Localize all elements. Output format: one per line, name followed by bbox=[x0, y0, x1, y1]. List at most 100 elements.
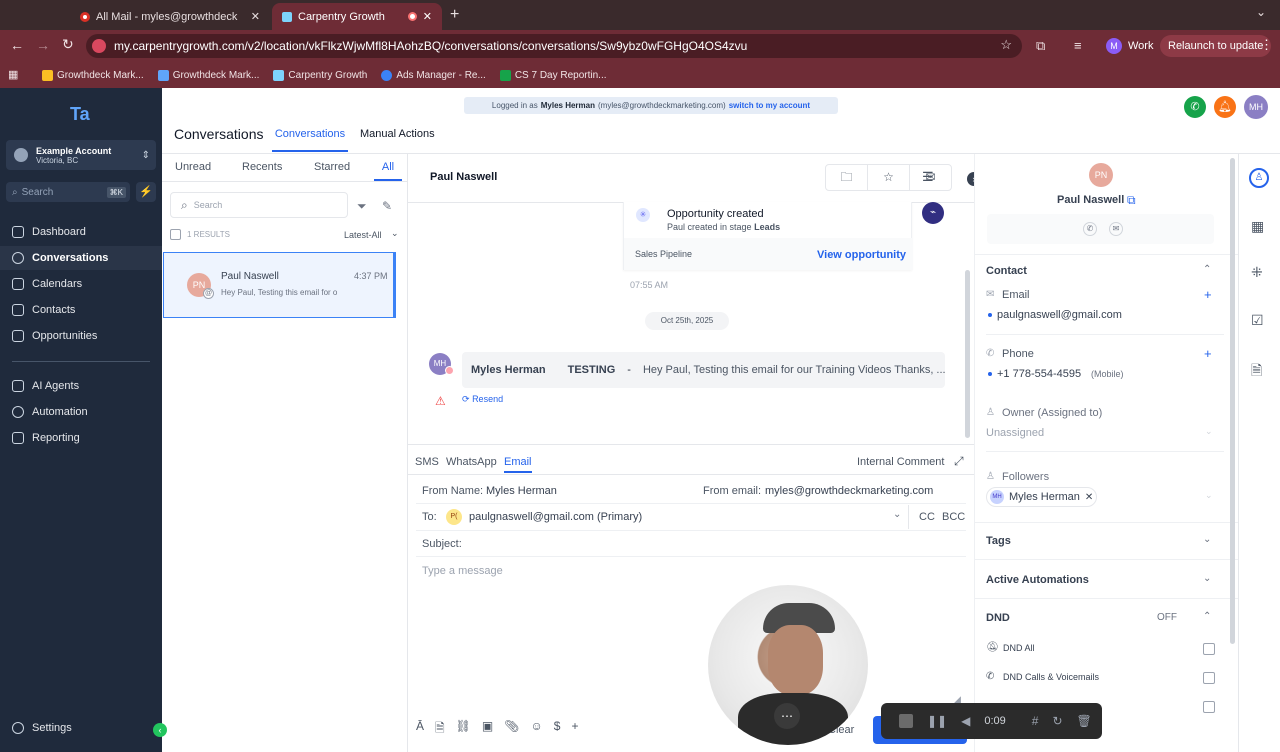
profile-button[interactable]: M Work bbox=[1100, 35, 1159, 57]
webcam-bubble[interactable]: ⋯ bbox=[708, 585, 868, 745]
filter-lines-icon[interactable]: ☰ bbox=[922, 169, 934, 185]
thread-scrollbar[interactable] bbox=[965, 270, 970, 438]
mail-icon[interactable]: ✉ bbox=[1109, 222, 1123, 236]
tab-search-chevron-icon[interactable]: ⌄ bbox=[1256, 5, 1266, 19]
restart-icon[interactable]: ↻ bbox=[1052, 714, 1062, 728]
bookmark-item[interactable]: Growthdeck Mark... bbox=[42, 69, 144, 81]
star-icon[interactable]: ☆ bbox=[868, 165, 910, 190]
bcc-button[interactable]: BCC bbox=[942, 511, 965, 523]
phone-icon[interactable]: ✆ bbox=[1184, 96, 1206, 118]
details-scrollbar[interactable] bbox=[1230, 158, 1235, 644]
compose-icon[interactable]: ✎ bbox=[382, 199, 392, 213]
internal-comment-tab[interactable]: Internal Comment bbox=[857, 456, 944, 468]
relaunch-button[interactable]: Relaunch to update bbox=[1160, 35, 1272, 57]
chevron-down-icon[interactable]: ⌄ bbox=[1203, 573, 1211, 584]
folder-icon[interactable]: 🗀 bbox=[826, 165, 868, 190]
task-check-icon[interactable]: ☑ bbox=[1251, 312, 1264, 329]
add-phone-icon[interactable]: + bbox=[1204, 346, 1212, 361]
channel-whatsapp-tab[interactable]: WhatsApp bbox=[446, 456, 497, 468]
calendar-icon[interactable]: ▦ bbox=[1251, 218, 1264, 235]
address-bar[interactable]: my.carpentrygrowth.com/v2/location/vkFlk… bbox=[86, 34, 1022, 58]
sidebar-item-settings[interactable]: Settings bbox=[12, 722, 72, 734]
plus-icon[interactable]: + bbox=[571, 719, 578, 740]
conversation-item[interactable]: PN @ Paul Naswell 4:37 PM Hey Paul, Test… bbox=[163, 252, 396, 318]
email-value[interactable]: paulgnaswell@gmail.com bbox=[997, 309, 1122, 321]
trash-icon[interactable]: 🗑︎ bbox=[1077, 714, 1092, 728]
to-recipient-select[interactable]: paulgnaswell@gmail.com (Primary) bbox=[469, 511, 642, 523]
chevron-up-icon[interactable]: ⌃ bbox=[1203, 264, 1211, 275]
channel-email-tab[interactable]: Email bbox=[504, 456, 532, 473]
phone-icon[interactable]: ✆ bbox=[1083, 222, 1097, 236]
expand-composer-icon[interactable]: ⤢ bbox=[954, 454, 964, 469]
close-icon[interactable]: ✕ bbox=[251, 10, 260, 23]
filter-all[interactable]: All bbox=[374, 161, 402, 181]
pause-icon[interactable]: ❚❚ bbox=[927, 714, 947, 728]
sidebar-item-conversations[interactable]: Conversations bbox=[12, 252, 108, 264]
filter-recents[interactable]: Recents bbox=[242, 161, 282, 173]
user-avatar[interactable]: MH bbox=[1244, 95, 1268, 119]
resend-button[interactable]: ⟳ Resend bbox=[462, 394, 503, 405]
reading-list-icon[interactable]: ≡ bbox=[1074, 38, 1082, 53]
sidebar-item-contacts[interactable]: Contacts bbox=[12, 304, 75, 316]
owner-select[interactable]: Unassigned bbox=[986, 427, 1044, 439]
filter-unread[interactable]: Unread bbox=[175, 161, 211, 173]
sidebar-item-ai-agents[interactable]: AI Agents bbox=[12, 380, 79, 392]
link-icon[interactable]: ⛓ bbox=[456, 719, 471, 740]
sidebar-item-calendars[interactable]: Calendars bbox=[12, 278, 82, 290]
dnd-calls-checkbox[interactable] bbox=[1203, 672, 1215, 684]
bookmark-star-icon[interactable]: ☆ bbox=[1000, 37, 1012, 53]
bookmark-item[interactable]: CS 7 Day Reportin... bbox=[499, 69, 607, 81]
channel-sms-tab[interactable]: SMS bbox=[415, 456, 439, 468]
chevron-up-icon[interactable]: ⌃ bbox=[1203, 611, 1211, 622]
filter-starred[interactable]: Starred bbox=[314, 161, 350, 173]
integrations-icon[interactable]: ⁜ bbox=[1251, 264, 1263, 281]
emoji-icon[interactable]: ☺ bbox=[530, 719, 542, 740]
browser-tab-mail[interactable]: All Mail - myles@growthdeck ✕ bbox=[70, 3, 270, 30]
account-switcher[interactable]: Example Account Victoria, BC ⇕ bbox=[6, 140, 156, 170]
remove-follower-icon[interactable]: ✕ bbox=[1085, 492, 1093, 503]
chevron-down-icon[interactable]: ⌄ bbox=[1203, 534, 1211, 545]
sidebar-item-reporting[interactable]: Reporting bbox=[12, 432, 80, 444]
image-icon[interactable]: ▣ bbox=[482, 719, 493, 740]
site-info-icon[interactable] bbox=[92, 39, 106, 53]
grid-icon[interactable]: # bbox=[1032, 714, 1039, 728]
mute-icon[interactable]: ◀ bbox=[961, 714, 970, 728]
back-icon[interactable]: ← bbox=[10, 37, 24, 53]
extensions-icon[interactable]: ⧉ bbox=[1036, 38, 1045, 54]
message-bubble[interactable]: Myles Herman TESTING - Hey Paul, Testing… bbox=[462, 352, 945, 388]
notes-icon[interactable]: 🗎 bbox=[1251, 360, 1262, 384]
sidebar-item-opportunities[interactable]: Opportunities bbox=[12, 330, 97, 342]
add-email-icon[interactable]: + bbox=[1204, 287, 1212, 302]
view-opportunity-link[interactable]: View opportunity bbox=[817, 249, 906, 261]
sidebar-search[interactable]: ⌕ Search ⌘K bbox=[6, 182, 130, 202]
chevron-down-icon[interactable]: ⌄ bbox=[893, 509, 901, 520]
quick-action-icon[interactable]: ⚡ bbox=[136, 182, 156, 202]
document-icon[interactable]: 🗎 bbox=[435, 719, 445, 740]
tab-conversations[interactable]: Conversations bbox=[272, 128, 348, 152]
bookmark-item[interactable]: Growthdeck Mark... bbox=[157, 69, 259, 81]
conversation-search-input[interactable]: ⌕ Search bbox=[170, 192, 348, 218]
notification-bell-icon[interactable]: 🔔︎ bbox=[1214, 96, 1236, 118]
phone-value[interactable]: +1 778-554-4595 bbox=[997, 368, 1081, 380]
text-format-icon[interactable]: Ā bbox=[416, 719, 424, 740]
dnd-checkbox[interactable] bbox=[1203, 701, 1215, 713]
message-textarea[interactable]: Type a message bbox=[416, 560, 960, 704]
contact-profile-icon[interactable]: ♙ bbox=[1249, 168, 1269, 188]
forward-icon[interactable]: → bbox=[36, 37, 50, 53]
reload-icon[interactable]: ↻ bbox=[62, 36, 74, 53]
switch-account-link[interactable]: switch to my account bbox=[729, 101, 810, 110]
dnd-all-checkbox[interactable] bbox=[1203, 643, 1215, 655]
from-name-field[interactable]: Myles Herman bbox=[486, 485, 557, 497]
filter-funnel-icon[interactable]: ⏷ bbox=[357, 199, 367, 214]
bookmark-item[interactable]: Carpentry Growth bbox=[273, 69, 367, 81]
new-tab-icon[interactable]: + bbox=[450, 6, 459, 24]
select-all-checkbox[interactable] bbox=[170, 229, 181, 240]
external-link-icon[interactable]: ⧉ bbox=[1127, 193, 1136, 208]
stop-icon[interactable] bbox=[899, 714, 913, 728]
sidebar-item-automation[interactable]: Automation bbox=[12, 406, 88, 418]
subject-input[interactable] bbox=[468, 534, 958, 554]
tab-manual-actions[interactable]: Manual Actions bbox=[360, 128, 435, 140]
more-menu-icon[interactable]: ⋮ bbox=[1260, 37, 1273, 53]
dollar-icon[interactable]: $ bbox=[554, 719, 561, 740]
from-email-field[interactable]: myles@growthdeckmarketing.com bbox=[765, 485, 933, 497]
